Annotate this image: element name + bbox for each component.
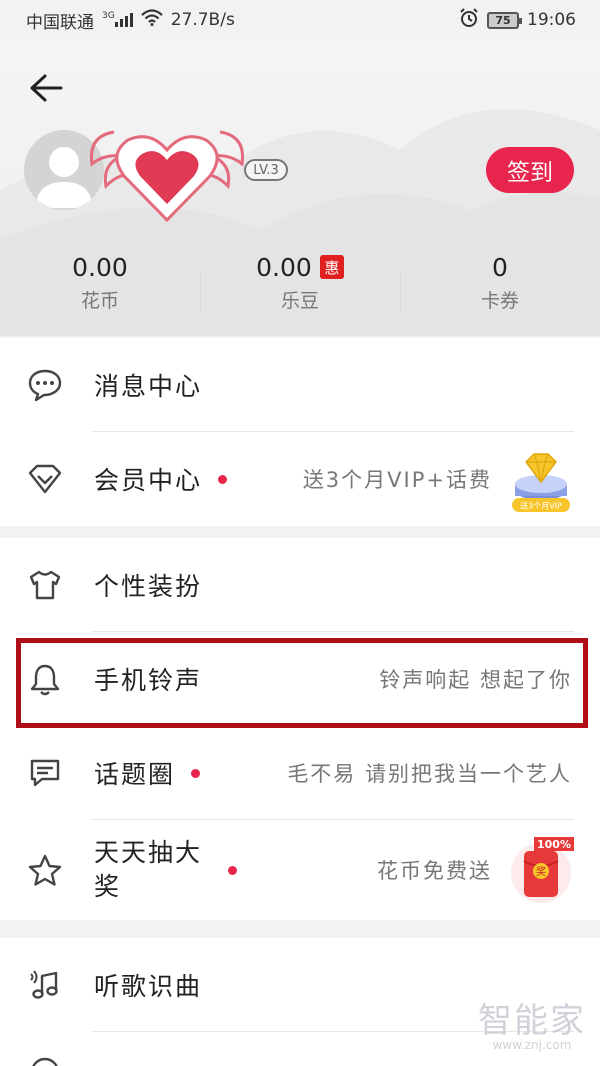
status-bar: 中国联通 3G 27.7B/s 75 19:06: [0, 0, 600, 40]
stat-label: 卡券: [480, 290, 519, 312]
red-envelope-percent: 100%: [537, 838, 571, 851]
stat-value: 0.00: [256, 252, 312, 282]
notification-dot: [218, 474, 228, 484]
winged-heart-badge-icon: [89, 130, 245, 223]
bell-icon: [26, 660, 64, 698]
profile-header: LV.3 签到 0.00 花币 0.00 惠 乐豆 0 卡券: [0, 40, 600, 336]
menu-item-title: 听歌识曲: [94, 972, 203, 1001]
menu-item-lottery[interactable]: 天天抽大 奖 花币免费送 奖 100%: [0, 820, 600, 920]
menu-item-subtitle: 送3个月VIP+话费: [302, 468, 492, 492]
clock: 19:06: [527, 10, 576, 30]
star-icon: [26, 851, 64, 889]
menu-item-membership[interactable]: 会员中心 送3个月VIP+话费 送3个月VIP: [0, 432, 600, 526]
menu-item-title: 消息中心: [94, 372, 203, 401]
network-speed: 27.7B/s: [170, 10, 235, 30]
signin-button[interactable]: 签到: [486, 147, 574, 193]
watermark-logo: 智能家: [478, 1001, 586, 1041]
vip-promo-text: 送3个月VIP: [520, 501, 562, 511]
menu-item-title-text: 天天抽大: [94, 838, 203, 867]
partial-icon: [26, 1046, 64, 1066]
menu-item-title: 手机铃声: [94, 666, 203, 695]
menu-item-title-text-line2: 奖: [94, 872, 122, 901]
diamond-icon: [26, 460, 64, 498]
menu-item-title: 天天抽大 奖: [94, 836, 202, 904]
level-badge: LV.3: [244, 159, 288, 181]
menu-section-1: 消息中心 会员中心 送3个月VIP+话费 送3个月VIP: [0, 338, 600, 526]
wifi-icon: [140, 9, 163, 31]
menu-item-title: 话题圈: [94, 755, 201, 791]
alarm-icon: [459, 7, 479, 33]
tshirt-icon: [26, 566, 64, 604]
message-icon: [26, 366, 64, 404]
music-recognize-icon: [26, 966, 64, 1004]
menu-item-title-text: 话题圈: [94, 760, 176, 789]
stat-flower-coins[interactable]: 0.00 花币: [0, 250, 200, 320]
stat-value: 0.00: [72, 252, 128, 282]
menu-item-title: 个性装扮: [94, 572, 203, 601]
watermark-url: www.znj.com: [492, 1038, 572, 1052]
menu-item-personalize[interactable]: 个性装扮: [0, 538, 600, 632]
menu-item-subtitle: 铃声响起 想起了你: [379, 668, 572, 692]
watermark: 智能家 www.znj.com: [478, 993, 586, 1052]
back-arrow-icon: [30, 74, 63, 102]
menu-item-title: 会员中心: [94, 461, 228, 497]
menu-item-title-text: 会员中心: [94, 466, 203, 495]
stat-coupons[interactable]: 0 卡券: [400, 250, 600, 320]
menu-item-ringtone[interactable]: 手机铃声 铃声响起 想起了你: [0, 632, 600, 726]
menu-item-topics[interactable]: 话题圈 毛不易 请别把我当一个艺人: [0, 726, 600, 820]
carrier-label: 中国联通: [26, 12, 94, 33]
stats-row: 0.00 花币 0.00 惠 乐豆 0 卡券: [0, 250, 600, 320]
signal-icon: 3G: [102, 11, 133, 27]
stat-value: 0: [492, 252, 508, 282]
red-envelope-thumbnail: 奖 100%: [506, 835, 576, 905]
discount-badge: 惠: [319, 255, 344, 279]
chat-icon: [26, 754, 64, 792]
back-button[interactable]: [26, 68, 66, 108]
network-type: 3G: [102, 11, 115, 21]
stat-label: 乐豆: [280, 290, 319, 312]
notification-dot: [191, 768, 201, 778]
stat-label: 花币: [80, 290, 119, 312]
stat-ledou[interactable]: 0.00 惠 乐豆: [200, 250, 400, 320]
menu-item-subtitle: 花币免费送: [377, 859, 492, 883]
menu-item-messages[interactable]: 消息中心: [0, 338, 600, 432]
menu-section-2: 个性装扮 手机铃声 铃声响起 想起了你 话题圈 毛不易 请别把我当一个艺人 天天…: [0, 538, 600, 920]
red-envelope-char: 奖: [536, 865, 546, 878]
menu-item-subtitle: 毛不易 请别把我当一个艺人: [287, 762, 572, 786]
vip-promo-thumbnail: 送3个月VIP: [506, 444, 576, 514]
notification-dot: [228, 866, 237, 875]
battery-icon: 75: [487, 11, 522, 29]
